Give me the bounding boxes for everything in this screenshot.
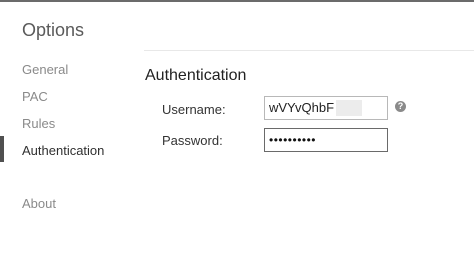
password-label: Password: [162, 133, 223, 148]
password-value: •••••••••• [269, 133, 317, 147]
sidebar-item-rules[interactable]: Rules [22, 116, 55, 131]
sidebar-item-pac[interactable]: PAC [22, 89, 48, 104]
sidebar-item-general[interactable]: General [22, 62, 68, 77]
header-divider [144, 50, 474, 51]
window-top-border [0, 0, 474, 2]
redacted-text [336, 100, 363, 116]
section-title: Authentication [145, 67, 247, 84]
sidebar-item-about[interactable]: About [22, 196, 56, 211]
username-label: Username: [162, 102, 226, 117]
password-field[interactable]: •••••••••• [264, 128, 388, 152]
sidebar-item-authentication[interactable]: Authentication [22, 143, 104, 158]
username-field[interactable]: wVYvQhbF [264, 96, 388, 120]
active-item-marker [0, 136, 4, 162]
username-value: wVYvQhbF [269, 100, 335, 115]
question-circle-icon[interactable]: ? [395, 101, 406, 112]
sidebar-title: Options [22, 20, 85, 40]
